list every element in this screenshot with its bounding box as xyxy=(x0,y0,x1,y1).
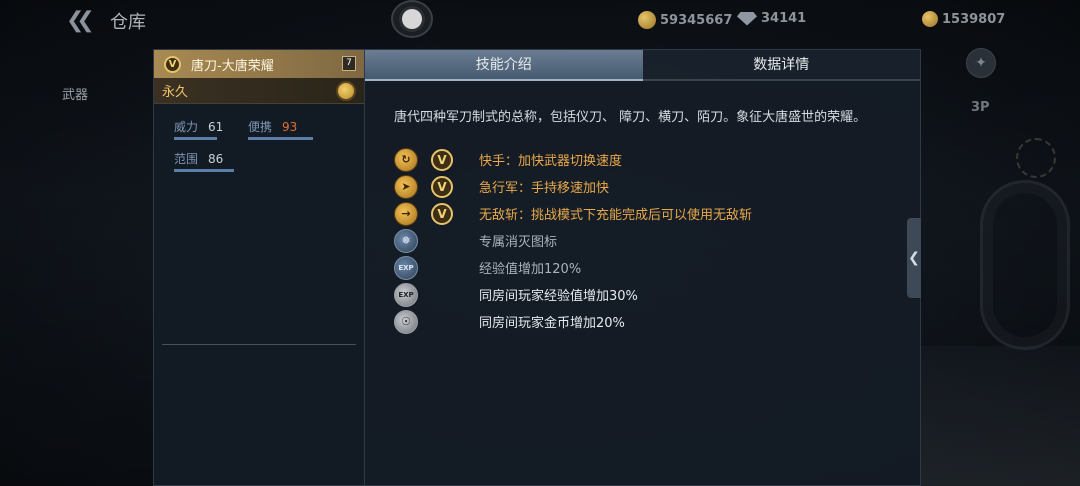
collapse-panel-button[interactable]: ❮ xyxy=(907,218,921,298)
quick-hands-icon: ↻ xyxy=(394,147,418,172)
diamond-currency: 34141 xyxy=(737,11,806,26)
emblem-icon xyxy=(391,0,433,38)
stat-range-bar xyxy=(174,169,235,172)
vip-badge-icon: V xyxy=(431,175,453,198)
list-item: ↻ V 快手：加快武器切换速度 xyxy=(394,146,894,173)
stat-power: 威力 61 xyxy=(174,118,238,140)
stat-portability-bar xyxy=(248,137,314,140)
sidebar-tab-weapons[interactable]: 武器 xyxy=(62,84,88,103)
duration-row: 永久 xyxy=(154,78,364,104)
diamond-icon xyxy=(737,11,757,26)
honor-currency: 1539807 xyxy=(922,11,1005,27)
room-gold-icon: ☉ xyxy=(394,309,418,334)
list-item: → V 无敌斩：挑战模式下充能完成后可以使用无敌斩 xyxy=(394,200,894,227)
weapon-summary: V 唐刀-大唐荣耀 7 永久 威力 61 便携 93 范围 86 xyxy=(154,50,365,485)
weapon-header: V 唐刀-大唐荣耀 7 xyxy=(154,50,364,78)
weapon-detail-panel: V 唐刀-大唐荣耀 7 永久 威力 61 便携 93 范围 86 技能介绍 数据… xyxy=(153,49,921,486)
gold-currency: 59345667 xyxy=(638,11,732,29)
perk-text: 经验值增加120% xyxy=(479,262,582,277)
vip-badge-icon: V xyxy=(164,55,181,73)
honor-amount: 1539807 xyxy=(942,11,1006,27)
vip-badge-icon: V xyxy=(431,148,453,171)
perk-text: 同房间玩家金币增加20% xyxy=(479,316,625,331)
perk-text: 快手：加快武器切换速度 xyxy=(479,154,623,169)
perk-text: 同房间玩家经验值增加30% xyxy=(479,289,638,304)
stat-power-bar xyxy=(174,137,217,140)
diamond-amount: 34141 xyxy=(761,11,807,26)
tab-skills[interactable]: 技能介绍 xyxy=(365,50,643,81)
list-item: EXP 经验值增加120% xyxy=(394,254,894,281)
detail-tabs: 技能介绍 数据详情 xyxy=(365,50,920,81)
perk-list: ↻ V 快手：加快武器切换速度 ➤ V 急行军：手持移速加快 → V 无敌斩：挑… xyxy=(394,146,894,335)
tab-data[interactable]: 数据详情 xyxy=(642,50,920,81)
list-item: ➤ V 急行军：手持移速加快 xyxy=(394,173,894,200)
divider xyxy=(162,344,356,345)
weapon-stats: 威力 61 便携 93 范围 86 xyxy=(154,104,364,172)
room-exp-icon: EXP xyxy=(394,282,418,307)
medal-icon xyxy=(336,81,356,101)
kill-icon: ❅ xyxy=(394,228,418,253)
skills-content: 唐代四种军刀制式的总称，包括仪刀、 障刀、横刀、陌刀。象征大唐盛世的荣耀。 ↻ … xyxy=(394,110,894,335)
stat-range: 范围 86 xyxy=(174,150,238,172)
list-item: ☉ 同房间玩家金币增加20% xyxy=(394,308,894,335)
back-icon[interactable]: ❮❮ xyxy=(66,8,96,34)
gold-coin-icon xyxy=(638,11,656,29)
weapon-level: 7 xyxy=(342,56,356,71)
exp-icon: EXP xyxy=(394,255,418,280)
sprint-icon: ➤ xyxy=(394,174,418,199)
duration-label: 永久 xyxy=(162,85,189,100)
weapon-name: 唐刀-大唐荣耀 xyxy=(191,58,274,74)
perk-text: 专属消灭图标 xyxy=(479,235,558,250)
top-bar: ❮❮ 仓库 59345667 34141 1539807 xyxy=(0,0,1080,42)
stat-portability: 便携 93 xyxy=(248,118,314,140)
perk-text: 无敌斩：挑战模式下充能完成后可以使用无敌斩 xyxy=(479,208,753,223)
background-floor xyxy=(920,346,1080,486)
list-item: ❅ 专属消灭图标 xyxy=(394,227,894,254)
perk-text: 急行军：手持移速加快 xyxy=(479,181,610,196)
view-toggle[interactable]: 3P xyxy=(971,100,990,115)
vip-badge-icon: V xyxy=(431,202,453,225)
gold-amount: 59345667 xyxy=(660,12,733,28)
camera-icon[interactable]: ✦ xyxy=(966,48,996,78)
sight-icon xyxy=(1016,138,1056,178)
background-target xyxy=(980,180,1070,350)
honor-coin-icon xyxy=(922,11,938,27)
invincible-slash-icon: → xyxy=(394,201,418,226)
list-item: EXP 同房间玩家经验值增加30% xyxy=(394,281,894,308)
page-title: 仓库 xyxy=(110,12,146,33)
weapon-description: 唐代四种军刀制式的总称，包括仪刀、 障刀、横刀、陌刀。象征大唐盛世的荣耀。 xyxy=(394,110,867,125)
